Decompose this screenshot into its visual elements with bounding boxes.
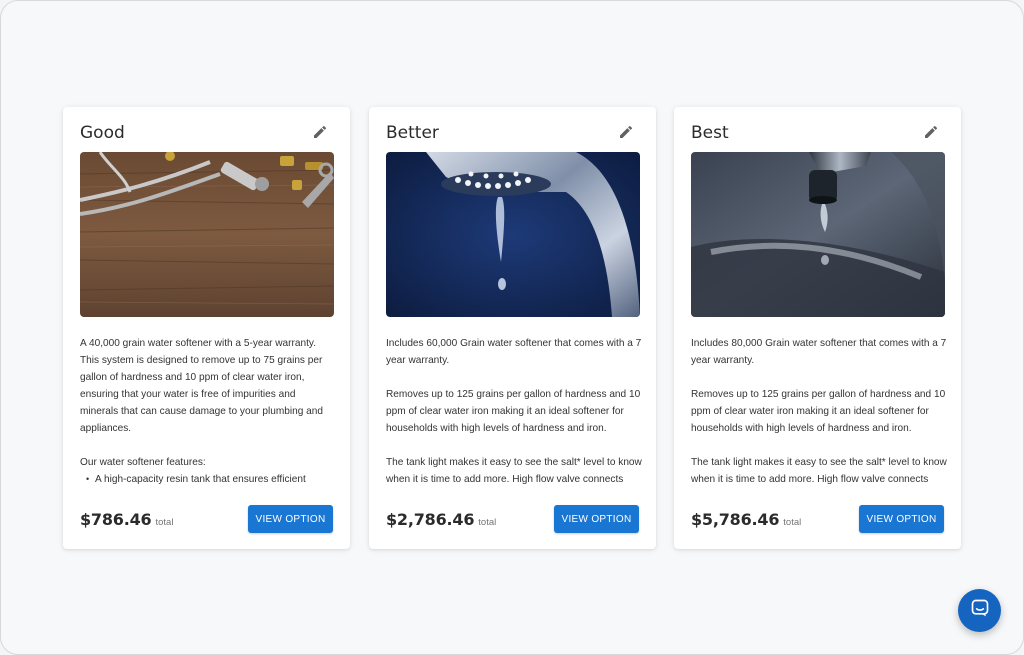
- price-row: $2,786.46 total: [386, 510, 496, 529]
- description-paragraph: Removes up to 125 grains per gallon of h…: [691, 389, 946, 434]
- view-option-button[interactable]: VIEW OPTION: [248, 505, 333, 533]
- feature-list: A high-capacity resin tank that ensures …: [80, 471, 336, 485]
- chat-icon: [970, 598, 990, 623]
- card-description: A 40,000 grain water softener with a 5-y…: [80, 335, 336, 485]
- page-frame: Good A 40,000 grain water softener with …: [0, 0, 1024, 655]
- pencil-icon[interactable]: [923, 124, 939, 140]
- pencil-icon[interactable]: [618, 124, 634, 140]
- description-paragraph: A 40,000 grain water softener with a 5-y…: [80, 338, 323, 434]
- description-paragraph: Includes 60,000 Grain water softener tha…: [386, 338, 642, 366]
- description-paragraph: Removes up to 125 grains per gallon of h…: [386, 389, 641, 434]
- chat-button[interactable]: [958, 589, 1001, 632]
- description-paragraph: The tank light makes it easy to see the …: [386, 457, 642, 485]
- price-row: $5,786.46 total: [691, 510, 801, 529]
- price-row: $786.46 total: [80, 510, 173, 529]
- description-paragraph: Our water softener features:: [80, 457, 206, 468]
- option-card-good: Good A 40,000 grain water softener with …: [63, 107, 350, 549]
- card-description: Includes 80,000 Grain water softener tha…: [691, 335, 947, 485]
- price-suffix: total: [783, 517, 802, 528]
- faucet-drip-image: [386, 152, 640, 317]
- price-suffix: total: [478, 517, 497, 528]
- card-title: Better: [386, 123, 439, 143]
- price: $786.46: [80, 510, 152, 529]
- plumbing-tools-image: [80, 152, 334, 317]
- card-title: Best: [691, 123, 729, 143]
- price-suffix: total: [155, 517, 174, 528]
- pencil-icon[interactable]: [312, 124, 328, 140]
- view-option-button[interactable]: VIEW OPTION: [554, 505, 639, 533]
- price: $2,786.46: [386, 510, 475, 529]
- option-card-best: Best Includes 80,000 Grain water softene…: [674, 107, 961, 549]
- price: $5,786.46: [691, 510, 780, 529]
- faucet-drip-closeup-image: [691, 152, 945, 317]
- card-description: Includes 60,000 Grain water softener tha…: [386, 335, 642, 485]
- card-title: Good: [80, 123, 125, 143]
- description-paragraph: The tank light makes it easy to see the …: [691, 457, 947, 485]
- description-paragraph: Includes 80,000 Grain water softener tha…: [691, 338, 947, 366]
- feature-list-item: A high-capacity resin tank that ensures …: [86, 471, 336, 485]
- option-card-better: Better Includes 60,000 Grain water softe…: [369, 107, 656, 549]
- view-option-button[interactable]: VIEW OPTION: [859, 505, 944, 533]
